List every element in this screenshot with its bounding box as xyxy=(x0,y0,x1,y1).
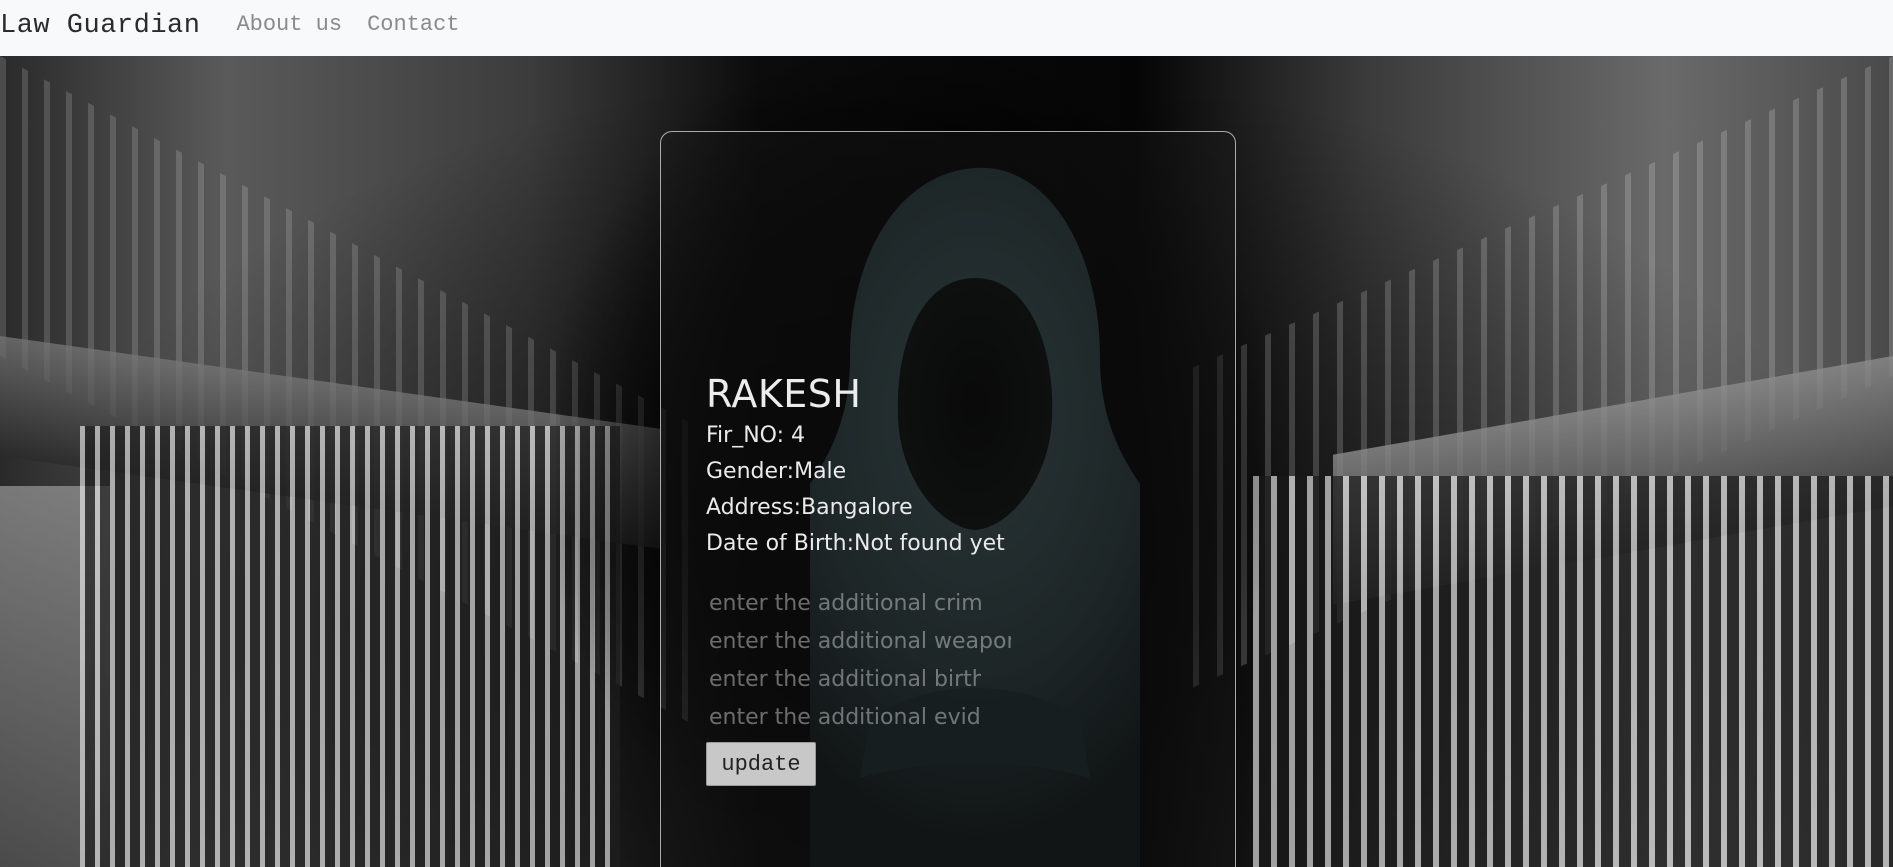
criminal-name: RAKESH xyxy=(706,372,862,416)
additional-evidence-input[interactable] xyxy=(706,698,981,736)
fir-number: Fir_NO: 4 xyxy=(706,423,805,448)
brand-logo[interactable]: Law Guardian xyxy=(0,11,200,41)
gender: Gender:Male xyxy=(706,459,847,484)
update-button[interactable]: update xyxy=(706,742,816,786)
cell-bars-left xyxy=(80,426,620,867)
nav-link-contact[interactable]: Contact xyxy=(367,12,459,37)
nav-link-about-us[interactable]: About us xyxy=(236,12,342,37)
profile-content: RAKESH Fir_NO: 4 Gender:Male Address:Ban… xyxy=(706,372,1186,786)
cell-bars-right xyxy=(1253,476,1893,867)
update-form: update xyxy=(706,584,1186,786)
additional-birthmarks-input[interactable] xyxy=(706,660,981,698)
nav-links: About us Contact xyxy=(236,12,484,37)
criminal-profile-card: RAKESH Fir_NO: 4 Gender:Male Address:Ban… xyxy=(660,131,1236,867)
additional-crimes-input[interactable] xyxy=(706,584,981,622)
top-navbar: Law Guardian About us Contact xyxy=(0,0,1893,56)
address: Address:Bangalore xyxy=(706,495,913,520)
additional-weapons-input[interactable] xyxy=(706,622,1011,660)
date-of-birth: Date of Birth:Not found yet xyxy=(706,531,1005,556)
